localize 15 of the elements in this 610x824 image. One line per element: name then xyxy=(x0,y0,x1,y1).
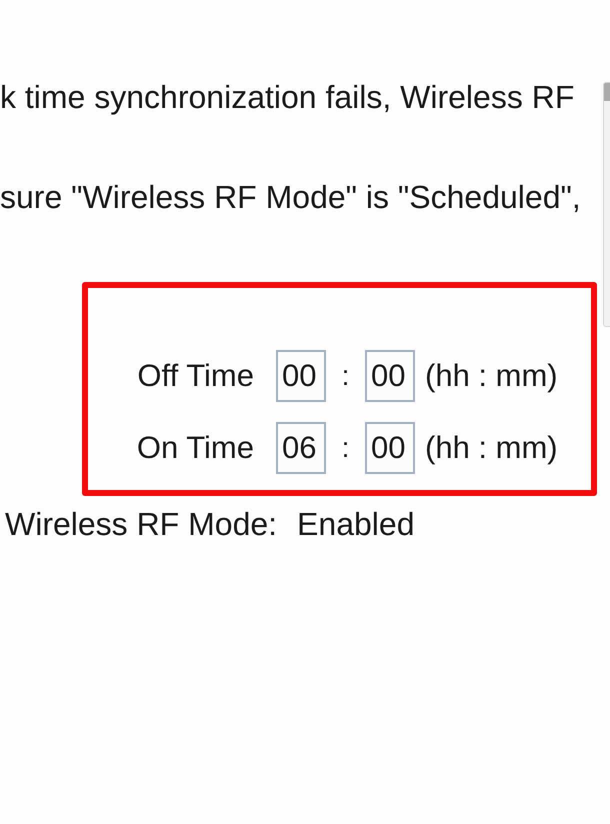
time-separator: : xyxy=(342,359,350,393)
minute-field[interactable]: 00 xyxy=(365,422,415,474)
time-label: On Time xyxy=(136,429,254,467)
time-separator: : xyxy=(342,431,350,465)
mode-label: Wireless RF Mode: xyxy=(5,505,278,543)
time-format-hint: (hh : mm) xyxy=(425,429,559,467)
mode-value: Enabled xyxy=(297,505,414,543)
paragraph-text: k time synchronization fails, Wireless RF xyxy=(0,78,574,116)
hour-field[interactable]: 06 xyxy=(276,422,326,474)
scrollbar-thumb[interactable] xyxy=(604,83,610,101)
paragraph-text: sure "Wireless RF Mode" is "Scheduled", xyxy=(0,178,581,216)
time-format-hint: (hh : mm) xyxy=(425,357,559,395)
minute-field[interactable]: 00 xyxy=(365,350,415,402)
hour-field[interactable]: 00 xyxy=(276,350,326,402)
time-label: Off Time xyxy=(137,357,254,395)
